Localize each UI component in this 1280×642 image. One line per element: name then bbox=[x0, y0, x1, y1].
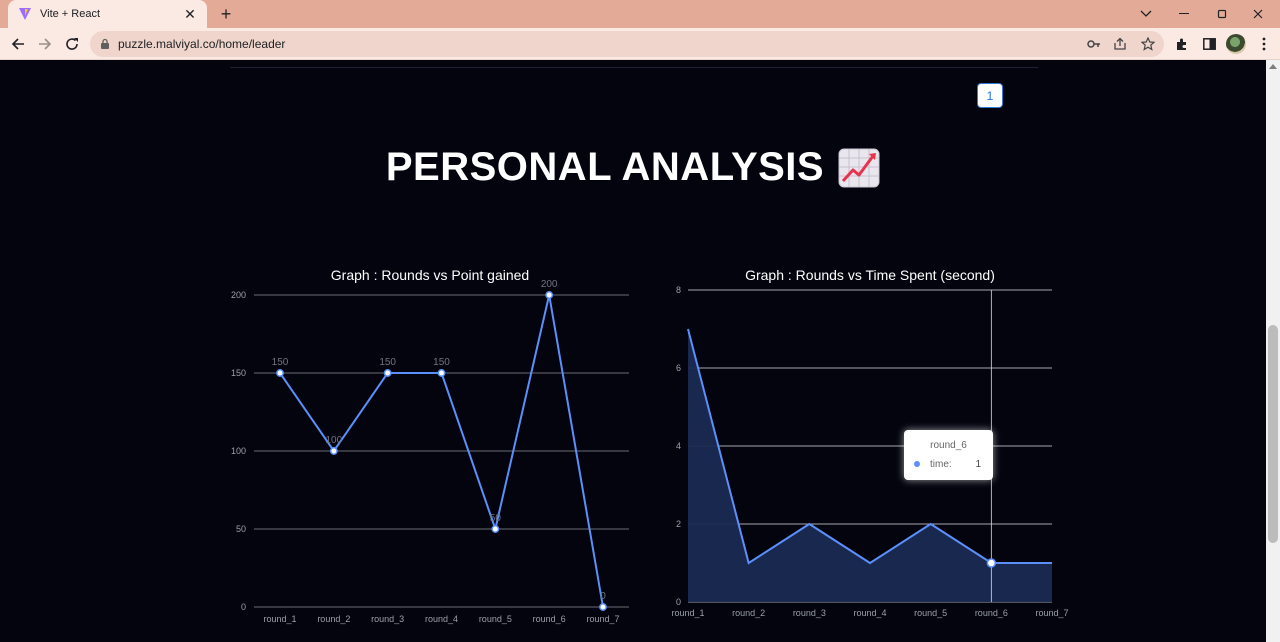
scroll-thumb[interactable] bbox=[1268, 325, 1278, 543]
x-tick-label: round_7 bbox=[586, 614, 619, 624]
data-point bbox=[545, 291, 554, 299]
url-text: puzzle.malviyal.co/home/leader bbox=[118, 37, 286, 51]
page-scrollbar[interactable] bbox=[1266, 60, 1280, 642]
minimize-button[interactable] bbox=[1166, 0, 1202, 28]
extensions-icon[interactable] bbox=[1174, 36, 1190, 52]
menu-icon[interactable] bbox=[1256, 36, 1272, 52]
x-tick-label: round_4 bbox=[853, 608, 886, 618]
new-tab-button[interactable]: + bbox=[216, 4, 236, 24]
x-tick-label: round_3 bbox=[371, 614, 404, 624]
star-icon[interactable] bbox=[1140, 36, 1156, 52]
x-tick-label: round_7 bbox=[1035, 608, 1068, 618]
reload-icon bbox=[66, 38, 78, 50]
y-tick-label: 50 bbox=[236, 524, 246, 534]
x-tick-label: round_5 bbox=[479, 614, 512, 624]
y-tick-label: 8 bbox=[676, 285, 681, 295]
arrow-left-icon bbox=[11, 38, 24, 50]
y-tick-label: 200 bbox=[231, 290, 246, 300]
forward-button[interactable] bbox=[33, 32, 57, 56]
browser-toolbar: puzzle.malviyal.co/home/leader bbox=[0, 28, 1280, 60]
y-tick-label: 6 bbox=[676, 363, 681, 373]
reload-button[interactable] bbox=[60, 32, 84, 56]
side-panel-icon[interactable] bbox=[1201, 36, 1217, 52]
data-label: 0 bbox=[600, 591, 606, 602]
x-tick-label: round_3 bbox=[793, 608, 826, 618]
scroll-up-arrow[interactable] bbox=[1269, 64, 1277, 69]
tooltip-series-dot bbox=[914, 461, 920, 467]
page-content: 1 PERSONAL ANALYSIS Graph : Rounds vs Po… bbox=[0, 60, 1266, 642]
tooltip-title: round_6 bbox=[930, 440, 967, 451]
y-tick-label: 2 bbox=[676, 519, 681, 529]
lock-icon bbox=[101, 38, 109, 49]
x-tick-label: round_6 bbox=[533, 614, 566, 624]
y-tick-label: 100 bbox=[231, 446, 246, 456]
close-tab-icon[interactable]: ✕ bbox=[183, 6, 197, 23]
hover-point bbox=[986, 558, 997, 568]
x-tick-label: round_5 bbox=[914, 608, 947, 618]
tooltip-value: 1 bbox=[975, 459, 981, 470]
tab-search-icon[interactable] bbox=[1128, 0, 1164, 28]
profile-avatar[interactable] bbox=[1226, 34, 1246, 54]
browser-tab[interactable]: Vite + React ✕ bbox=[8, 0, 207, 28]
x-tick-label: round_1 bbox=[263, 614, 296, 624]
data-label: 200 bbox=[541, 279, 558, 290]
data-label: 50 bbox=[490, 513, 502, 524]
y-tick-label: 0 bbox=[241, 602, 246, 612]
restore-button[interactable] bbox=[1204, 0, 1240, 28]
close-window-button[interactable] bbox=[1240, 0, 1276, 28]
y-tick-label: 4 bbox=[676, 441, 681, 451]
data-point bbox=[276, 369, 284, 377]
data-point bbox=[437, 369, 446, 377]
data-label: 100 bbox=[325, 435, 342, 446]
data-label: 150 bbox=[433, 357, 450, 368]
x-tick-label: round_2 bbox=[732, 608, 765, 618]
arrow-right-icon bbox=[39, 38, 52, 50]
data-point bbox=[329, 447, 338, 455]
charts-canvas: 050100150200round_1 round_2 round_3 round_4… bbox=[231, 279, 1069, 624]
data-point bbox=[599, 603, 607, 611]
share-icon[interactable] bbox=[1112, 36, 1128, 52]
area-fill bbox=[688, 329, 1052, 602]
y-tick-label: 0 bbox=[676, 597, 681, 607]
tab-title: Vite + React bbox=[40, 8, 101, 20]
tooltip-series-name: time: bbox=[930, 459, 952, 470]
address-bar[interactable]: puzzle.malviyal.co/home/leader bbox=[90, 31, 1164, 57]
x-tick-label: round_2 bbox=[317, 614, 350, 624]
data-label: 150 bbox=[379, 357, 396, 368]
data-point bbox=[383, 369, 392, 377]
browser-tab-bar: Vite + React ✕ + bbox=[0, 0, 1280, 28]
x-tick-label: round_4 bbox=[425, 614, 458, 624]
y-tick-label: 150 bbox=[231, 368, 246, 378]
key-icon[interactable] bbox=[1086, 36, 1102, 52]
data-label: 150 bbox=[272, 357, 289, 368]
x-tick-label: round_6 bbox=[975, 608, 1008, 618]
back-button[interactable] bbox=[6, 32, 30, 56]
x-tick-label: round_1 bbox=[671, 608, 704, 618]
data-point bbox=[491, 525, 500, 533]
chart-tooltip: round_6 time: 1 bbox=[904, 430, 993, 480]
vite-logo-icon bbox=[19, 8, 31, 20]
